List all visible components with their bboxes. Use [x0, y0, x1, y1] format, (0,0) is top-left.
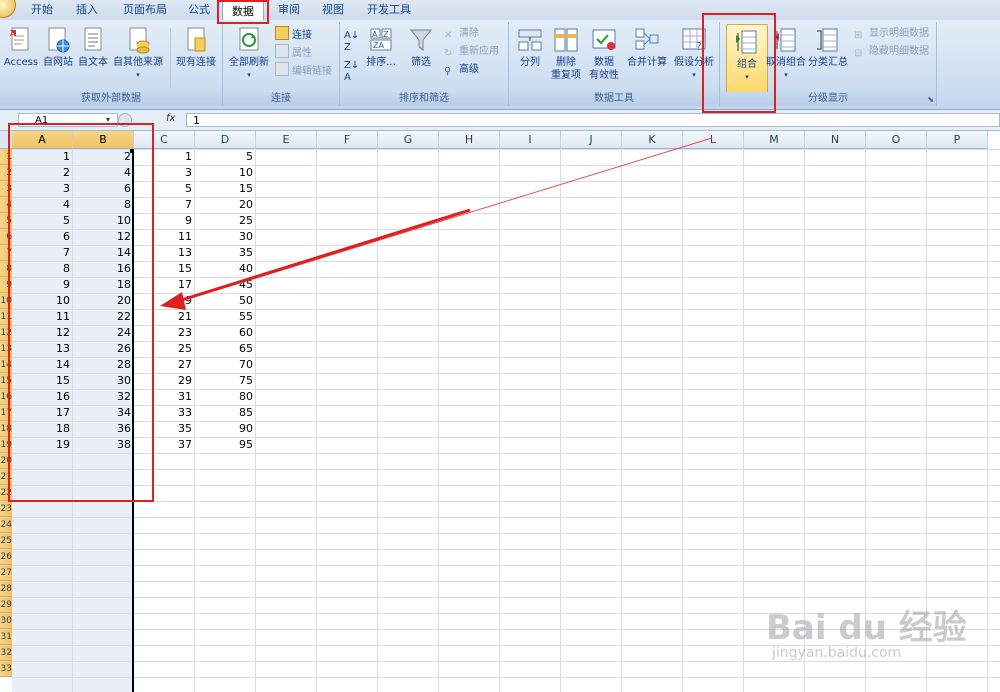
- annotation-arrow: [160, 137, 713, 310]
- watermark-logo: Bai du 经验: [766, 608, 967, 648]
- watermark-url: jingyan.baidu.com: [772, 645, 902, 661]
- arrow-shaft: [174, 208, 471, 304]
- arrow-head: [160, 292, 186, 310]
